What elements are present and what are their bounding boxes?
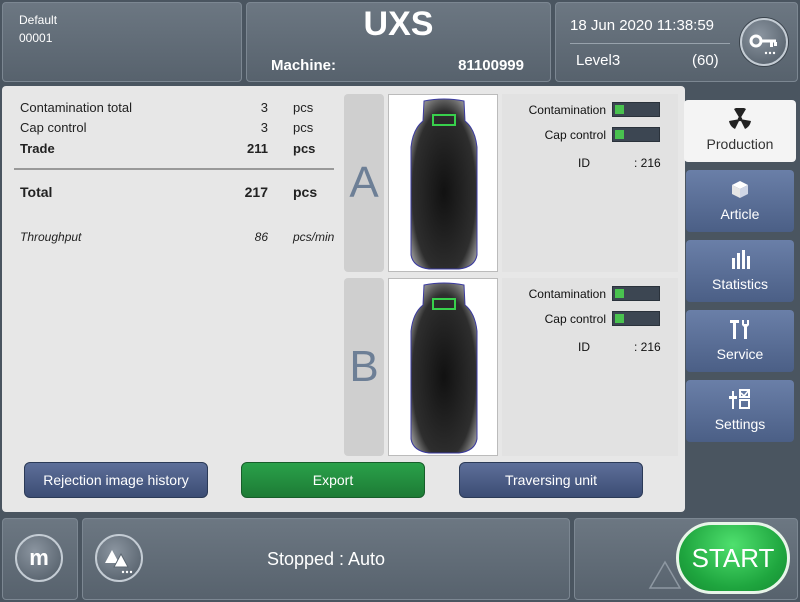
stat-contamination-total: Contamination total 3 pcs bbox=[20, 100, 340, 118]
stat-total: Total 217 pcs bbox=[20, 184, 340, 202]
stat-unit: pcs bbox=[293, 141, 316, 156]
stat-value: 3 bbox=[260, 120, 268, 135]
lane-a-id: ID : 216 bbox=[502, 156, 678, 172]
nav-settings[interactable]: Settings bbox=[686, 380, 794, 442]
stat-label: Trade bbox=[20, 141, 55, 156]
stat-throughput: Throughput 86 pcs/min bbox=[20, 230, 340, 248]
lane-a-tab[interactable]: A bbox=[344, 94, 384, 272]
key-icon bbox=[749, 34, 777, 55]
nav-statistics[interactable]: Statistics bbox=[686, 240, 794, 302]
lane-b-xray-image[interactable] bbox=[388, 278, 498, 456]
stat-value: 217 bbox=[244, 184, 268, 200]
nav-label: Production bbox=[706, 136, 774, 152]
stat-label: Throughput bbox=[20, 230, 82, 244]
lane-b-id: ID : 216 bbox=[502, 340, 678, 356]
lane-a-status: Contamination Cap control ID : 216 bbox=[502, 94, 678, 272]
indicator-label: Cap control bbox=[544, 128, 606, 142]
settings-icon bbox=[686, 388, 794, 410]
divider bbox=[570, 43, 730, 44]
stat-value: 3 bbox=[260, 100, 268, 115]
tools-icon bbox=[686, 318, 794, 340]
machine-panel: UXS Machine: 81100999 bbox=[246, 2, 551, 82]
lane-b-contamination: Contamination bbox=[502, 286, 678, 302]
id-value: : 216 bbox=[634, 340, 661, 354]
lane-b-tab[interactable]: B bbox=[344, 278, 384, 456]
indicator-label: Contamination bbox=[528, 103, 606, 117]
radiation-icon bbox=[684, 107, 796, 130]
bottle-xray-image bbox=[410, 98, 478, 270]
stat-trade: Trade 211 pcs bbox=[20, 141, 340, 159]
nav-production[interactable]: Production bbox=[684, 100, 796, 162]
stats-divider bbox=[14, 168, 334, 170]
box-icon bbox=[686, 178, 794, 200]
menu-button[interactable]: m bbox=[15, 534, 63, 582]
stat-value: 211 bbox=[247, 141, 268, 156]
menu-panel: m bbox=[2, 518, 78, 600]
stat-label: Total bbox=[20, 184, 53, 200]
cap-control-indicator bbox=[612, 311, 660, 326]
status-panel: Stopped : Auto bbox=[82, 518, 570, 600]
nav-service[interactable]: Service bbox=[686, 310, 794, 372]
nav-label: Article bbox=[720, 206, 760, 222]
contamination-indicator bbox=[612, 102, 660, 117]
app-title: UXS bbox=[363, 5, 434, 43]
profile-number: 00001 bbox=[19, 31, 53, 45]
rejection-image-history-button[interactable]: Rejection image history bbox=[24, 462, 208, 498]
lane-b-status: Contamination Cap control ID : 216 bbox=[502, 278, 678, 456]
cap-control-indicator bbox=[612, 127, 660, 142]
export-button[interactable]: Export bbox=[241, 462, 425, 498]
login-key-button[interactable] bbox=[740, 18, 788, 66]
machine-status-text: Stopped : Auto bbox=[266, 549, 386, 569]
user-level: Level3 bbox=[576, 52, 621, 69]
lane-a-contamination: Contamination bbox=[502, 102, 678, 118]
stat-unit: pcs bbox=[293, 100, 314, 115]
stat-value: 86 bbox=[254, 230, 268, 244]
machine-number: 81100999 bbox=[458, 57, 524, 74]
nav-label: Service bbox=[716, 346, 764, 362]
stat-label: Contamination total bbox=[20, 100, 133, 115]
id-label: ID bbox=[578, 340, 590, 354]
machine-label: Machine: bbox=[271, 57, 337, 74]
lane-a-xray-image[interactable] bbox=[388, 94, 498, 272]
contamination-indicator bbox=[612, 286, 660, 301]
stat-label: Cap control bbox=[20, 120, 87, 135]
stat-cap-control: Cap control 3 pcs bbox=[20, 120, 340, 138]
nav-label: Statistics bbox=[711, 276, 768, 292]
start-button[interactable]: START bbox=[676, 522, 790, 594]
datetime: 18 Jun 2020 11:38:59 bbox=[570, 17, 715, 34]
profile-panel: Default 00001 bbox=[2, 2, 242, 82]
production-main-panel: Contamination total 3 pcs Cap control 3 … bbox=[2, 86, 685, 512]
id-label: ID bbox=[578, 156, 590, 170]
nav-label: Settings bbox=[714, 416, 766, 432]
user-level-number: (60) bbox=[692, 52, 719, 69]
stat-unit: pcs bbox=[293, 184, 318, 200]
lane-b-cap-control: Cap control bbox=[502, 311, 678, 327]
bottle-xray-image bbox=[410, 282, 478, 454]
stat-unit: pcs/min bbox=[293, 230, 335, 244]
user-panel: 18 Jun 2020 11:38:59 Level3 (60) bbox=[555, 2, 798, 82]
lane-a-cap-control: Cap control bbox=[502, 127, 678, 143]
nav-article[interactable]: Article bbox=[686, 170, 794, 232]
profile-name: Default bbox=[19, 13, 58, 27]
stat-unit: pcs bbox=[293, 120, 314, 135]
id-value: : 216 bbox=[634, 156, 661, 170]
indicator-label: Contamination bbox=[528, 287, 606, 301]
traversing-unit-button[interactable]: Traversing unit bbox=[459, 462, 643, 498]
indicator-label: Cap control bbox=[544, 312, 606, 326]
bar-chart-icon bbox=[686, 248, 794, 270]
